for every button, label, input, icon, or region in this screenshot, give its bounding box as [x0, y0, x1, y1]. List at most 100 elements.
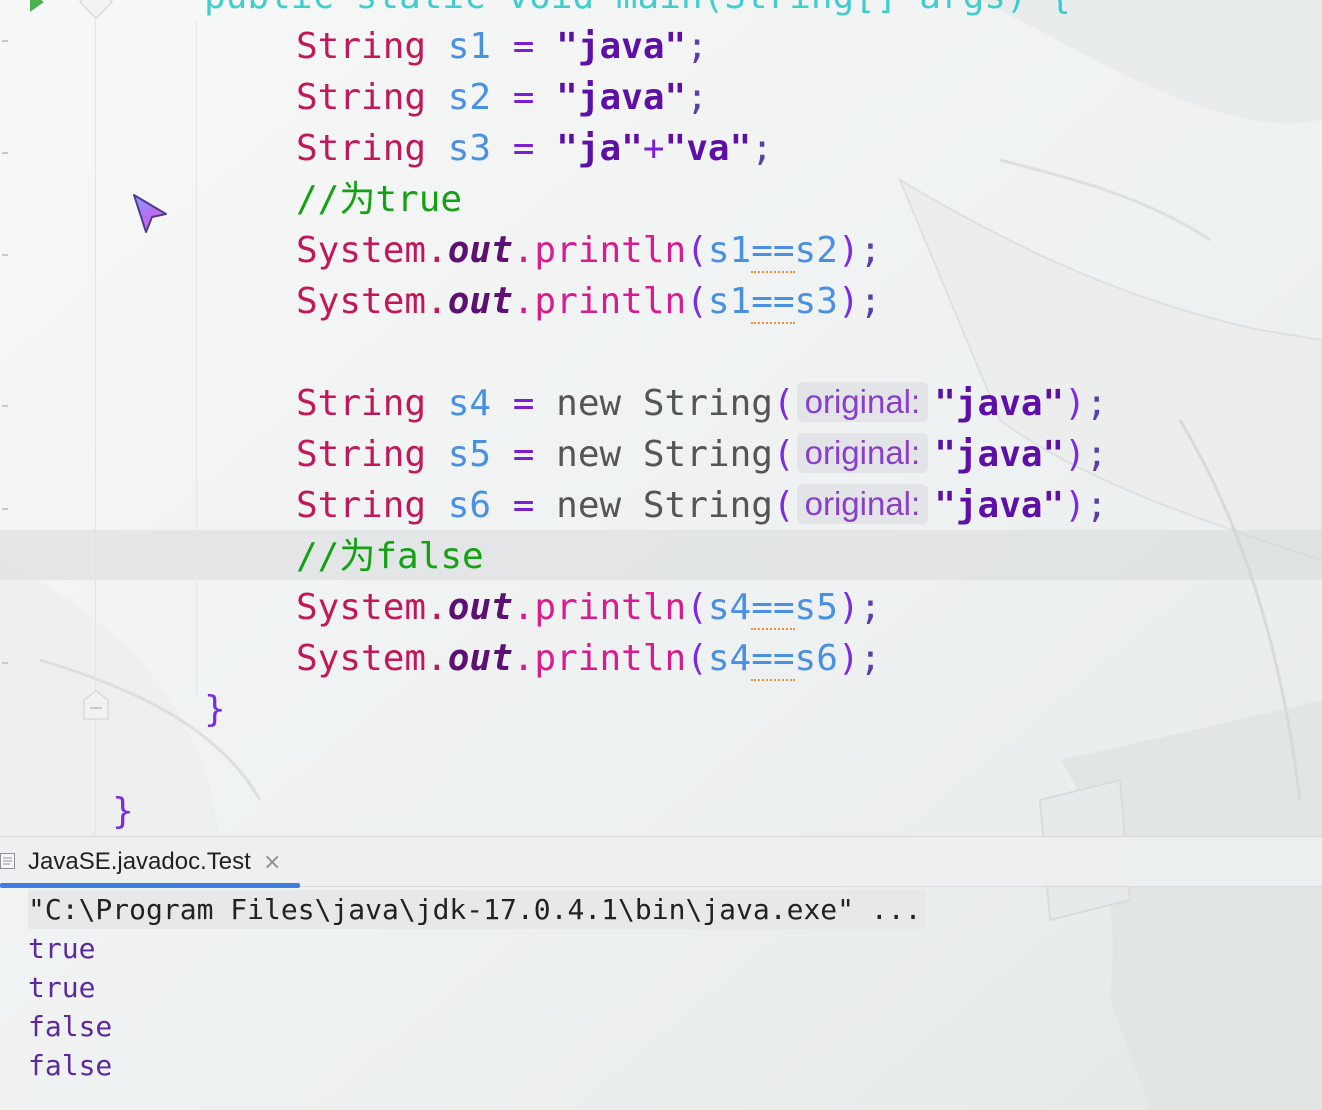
- variable-name: s5: [447, 434, 492, 475]
- method-close-brace: }: [204, 689, 226, 730]
- operator: =: [512, 434, 535, 475]
- variable-name: s5: [794, 587, 838, 628]
- console-output[interactable]: "C:\Program Files\java\jdk-17.0.4.1\bin\…: [0, 887, 1322, 1110]
- parameter-hint: original:: [796, 382, 929, 422]
- operator: =: [512, 26, 535, 67]
- open-paren: (: [772, 485, 795, 526]
- operator: =: [512, 383, 535, 424]
- run-tab[interactable]: JavaSE.javadoc.Test ×: [0, 837, 300, 888]
- console-output-line: true: [28, 932, 96, 965]
- type-keyword: String: [296, 128, 427, 169]
- close-paren: ): [837, 230, 860, 271]
- parameter-hint: original:: [796, 484, 929, 524]
- variable-name: s4: [707, 638, 752, 679]
- indent-guide: [196, 20, 197, 700]
- variable-name: s6: [447, 485, 492, 526]
- string-literal: "java": [934, 485, 1065, 526]
- variable-name: s4: [447, 383, 492, 424]
- close-paren: ): [1064, 383, 1086, 424]
- open-paren: (: [686, 230, 708, 271]
- println-method: .println: [512, 587, 687, 628]
- plus-operator: +: [642, 128, 665, 169]
- variable-name: s1: [447, 26, 492, 67]
- fold-marker-icon[interactable]: [79, 0, 113, 19]
- current-line-highlight: [0, 530, 1322, 580]
- semicolon: ;: [859, 281, 882, 322]
- close-paren: ): [1064, 485, 1086, 526]
- new-keyword: new: [556, 434, 622, 475]
- close-icon[interactable]: ×: [263, 849, 281, 877]
- equality-operator-warning[interactable]: ==: [751, 638, 795, 681]
- semicolon: ;: [751, 128, 773, 169]
- variable-name: s3: [794, 281, 838, 322]
- string-literal: "java": [556, 77, 687, 118]
- println-method: .println: [512, 638, 687, 679]
- println-method: .println: [512, 281, 687, 322]
- string-literal: "va": [664, 128, 752, 169]
- operator: =: [512, 128, 535, 169]
- string-literal: "java": [934, 434, 1065, 475]
- semicolon: ;: [1085, 383, 1108, 424]
- semicolon: ;: [686, 77, 708, 118]
- variable-name: s4: [707, 587, 752, 628]
- variable-name: s1: [707, 230, 752, 271]
- code-line-s6: String s6 = new String(original: "java");: [296, 480, 1108, 531]
- println-method: .println: [512, 230, 687, 271]
- close-paren: ): [837, 638, 860, 679]
- code-line-s1: String s1 = "java";: [296, 21, 708, 72]
- run-tool-window: JavaSE.javadoc.Test × "C:\Program Files\…: [0, 836, 1322, 1110]
- system-class: System.: [296, 230, 448, 271]
- equality-operator-warning[interactable]: ==: [751, 587, 795, 630]
- new-keyword: new: [556, 485, 622, 526]
- semicolon: ;: [1085, 434, 1108, 475]
- console-output-line: false: [28, 1049, 113, 1082]
- console-output-line: false: [28, 1010, 113, 1043]
- semicolon: ;: [859, 230, 882, 271]
- out-field: out: [447, 281, 513, 322]
- semicolon: ;: [859, 587, 882, 628]
- run-tab-title: JavaSE.javadoc.Test: [28, 848, 251, 875]
- code-line-s3: String s3 = "ja"+"va";: [296, 123, 773, 174]
- class-close-brace: }: [112, 791, 134, 832]
- type-keyword: String: [296, 77, 427, 118]
- equality-operator-warning[interactable]: ==: [751, 281, 795, 324]
- open-paren: (: [686, 587, 708, 628]
- code-line-println-s1-s2: System.out.println(s1==s2);: [296, 225, 881, 276]
- equality-operator-warning[interactable]: ==: [751, 230, 795, 273]
- code-line-main-signature: public static void main(String[] args) {: [204, 0, 1071, 22]
- code-editor[interactable]: public static void main(String[] args) {…: [0, 0, 1322, 836]
- semicolon: ;: [1085, 485, 1108, 526]
- run-gutter-icon[interactable]: [30, 0, 44, 12]
- type-keyword: String: [296, 485, 427, 526]
- code-comment-false: //为false: [296, 536, 484, 577]
- console-output-line: true: [28, 971, 96, 1004]
- out-field: out: [447, 638, 513, 679]
- console-tab-icon: [0, 853, 15, 869]
- out-field: out: [447, 587, 513, 628]
- constructor-name: String: [642, 434, 773, 475]
- operator: =: [512, 485, 535, 526]
- mouse-pointer-icon: [133, 194, 167, 233]
- system-class: System.: [296, 281, 448, 322]
- string-literal: "java": [934, 383, 1065, 424]
- variable-name: s2: [447, 77, 492, 118]
- close-paren: ): [837, 587, 860, 628]
- string-literal: "java": [556, 26, 687, 67]
- new-keyword: new: [556, 383, 622, 424]
- constructor-name: String: [642, 383, 773, 424]
- semicolon: ;: [686, 26, 708, 67]
- code-line-s2: String s2 = "java";: [296, 72, 708, 123]
- semicolon: ;: [859, 638, 882, 679]
- console-command-line: "C:\Program Files\java\jdk-17.0.4.1\bin\…: [28, 890, 926, 929]
- string-literal: "ja": [556, 128, 643, 169]
- code-line-println-s1-s3: System.out.println(s1==s3);: [296, 276, 881, 327]
- type-keyword: String: [296, 434, 427, 475]
- code-line-s4: String s4 = new String(original: "java");: [296, 378, 1108, 429]
- parameter-hint: original:: [796, 433, 929, 473]
- operator: =: [512, 77, 535, 118]
- code-comment-true: //为true: [296, 179, 463, 220]
- system-class: System.: [296, 587, 448, 628]
- constructor-name: String: [642, 485, 773, 526]
- variable-name: s6: [794, 638, 838, 679]
- fold-end-icon[interactable]: [83, 690, 109, 720]
